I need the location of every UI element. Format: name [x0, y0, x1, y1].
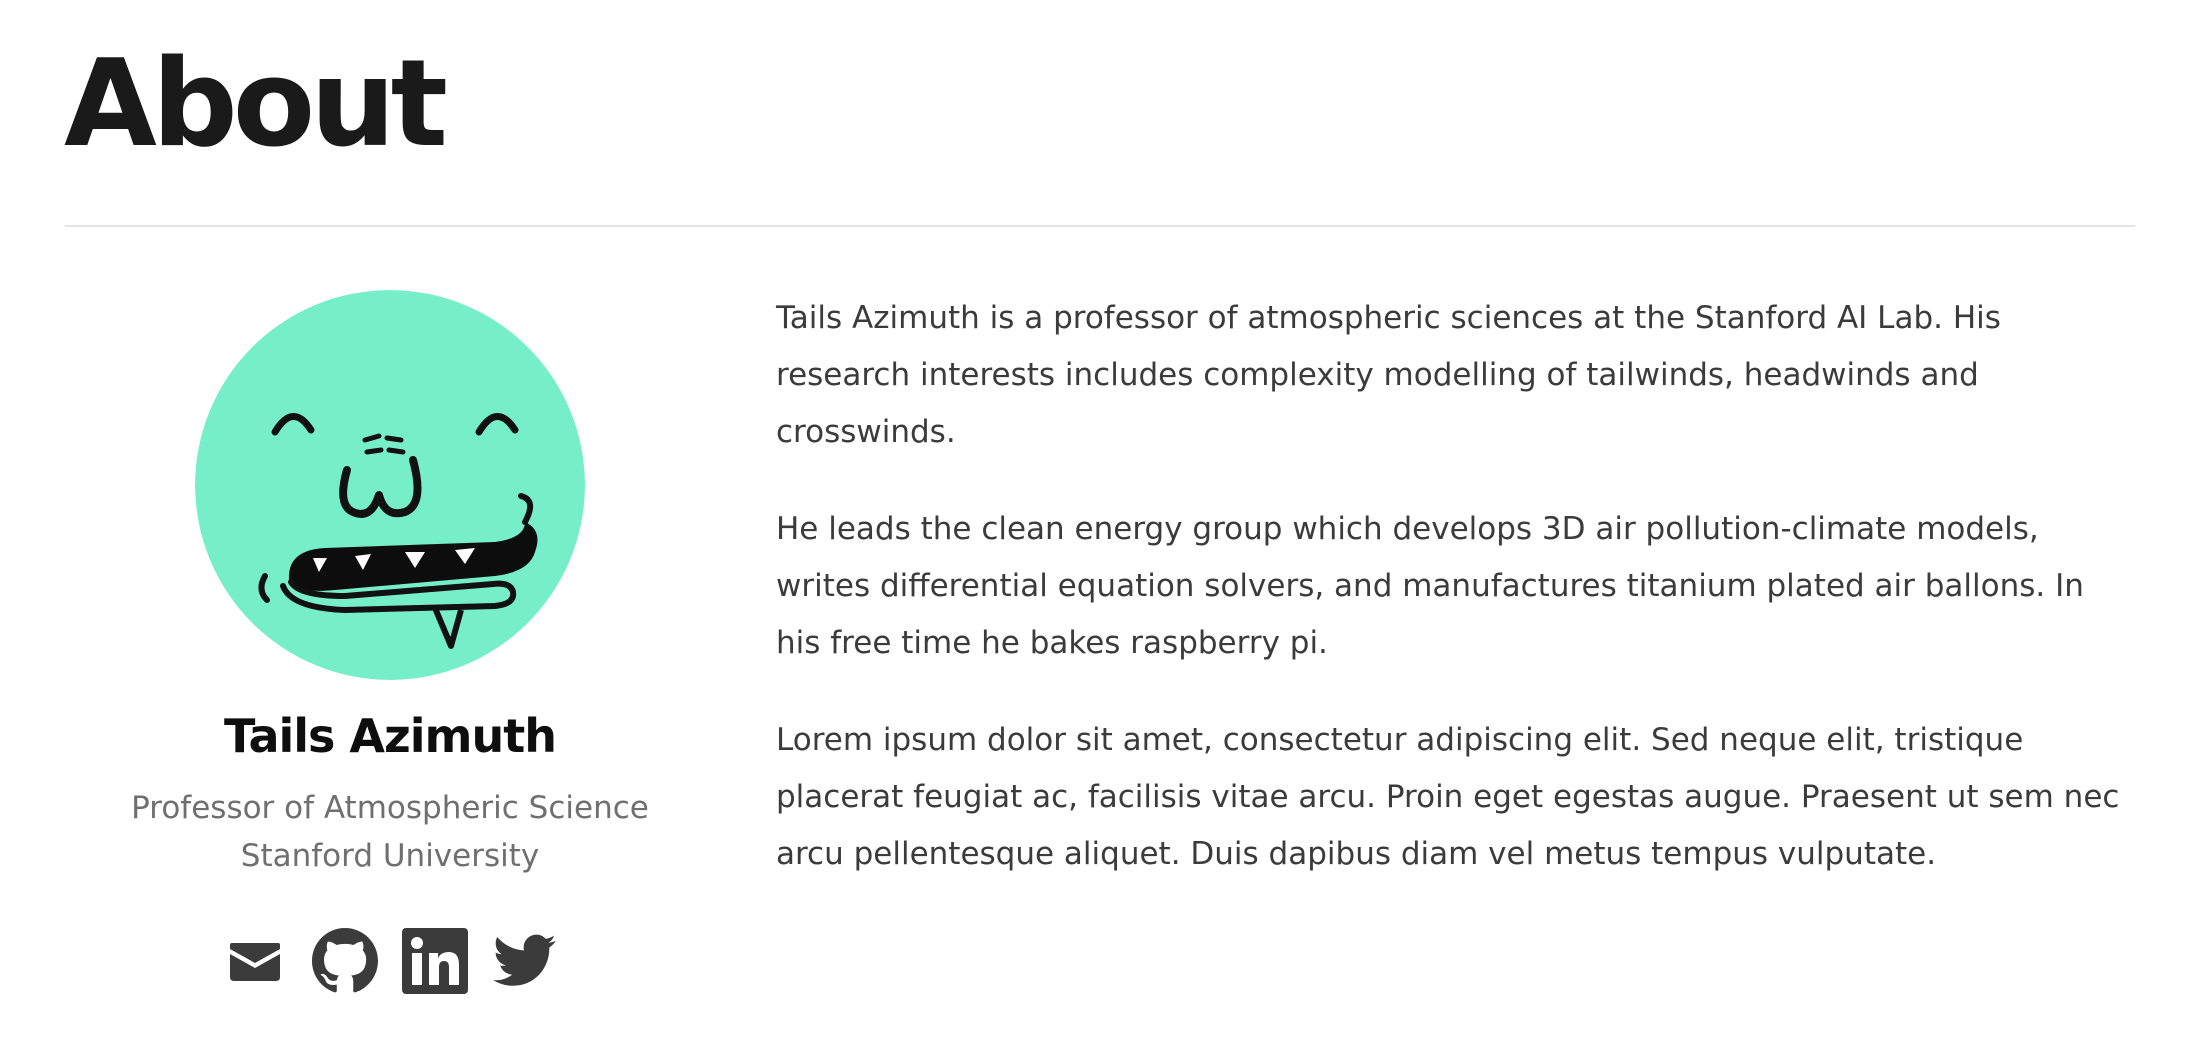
bio-paragraph-2: He leads the clean energy group which de… — [776, 511, 2084, 661]
github-link[interactable] — [312, 928, 378, 994]
bio-paragraph-3: Lorem ipsum dolor sit amet, consectetur … — [776, 722, 2120, 872]
twitter-link[interactable] — [492, 928, 558, 994]
github-icon — [312, 928, 378, 993]
bio-paragraph-1: Tails Azimuth is a professor of atmosphe… — [776, 300, 2001, 450]
profile-organization: Stanford University — [240, 838, 540, 874]
profile-name: Tails Azimuth — [224, 709, 557, 763]
twitter-icon — [493, 934, 556, 986]
social-links — [65, 928, 715, 994]
mail-icon — [230, 943, 280, 981]
email-link[interactable] — [222, 928, 288, 994]
profile-role: Professor of Atmospheric Science — [131, 790, 649, 826]
monster-face-avatar-icon — [195, 290, 585, 680]
linkedin-icon — [402, 928, 468, 994]
linkedin-link[interactable] — [402, 928, 468, 994]
avatar — [195, 290, 585, 680]
page-title: About — [64, 35, 448, 174]
title-divider — [65, 225, 2135, 227]
bio-section: Tails Azimuth is a professor of atmosphe… — [776, 290, 2136, 923]
profile-card: Tails Azimuth Professor of Atmospheric S… — [65, 290, 715, 994]
